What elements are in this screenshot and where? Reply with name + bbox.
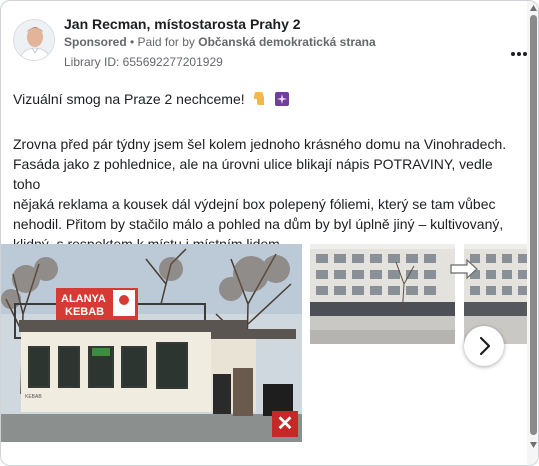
- body-line: nehodil. Přitom by stačilo málo a pohled…: [13, 216, 504, 232]
- scrollbar-thumb[interactable]: [530, 15, 537, 435]
- body-line: Fasáda jako z pohlednice, ale na úrovni …: [13, 156, 493, 192]
- post-header: Jan Recman, místostarosta Prahy 2 Sponso…: [13, 13, 527, 73]
- vertical-scrollbar[interactable]: [527, 1, 538, 465]
- sponsored-label: Sponsored: [64, 35, 127, 49]
- paid-for-label: Paid for by: [137, 35, 199, 49]
- kiosk-photo[interactable]: ALANYA KEBAB KEBAB ✕: [1, 244, 302, 442]
- post-intro: Vizuální smog na Praze 2 nechceme!: [13, 91, 290, 110]
- meta-separator: •: [126, 35, 138, 49]
- sponsor-line: Sponsored • Paid for by Občanská demokra…: [64, 35, 376, 49]
- avatar-portrait-icon: [14, 20, 54, 60]
- scroll-up-arrow-icon[interactable]: [529, 4, 538, 12]
- close-button[interactable]: ✕: [272, 411, 298, 437]
- post-body: Zrovna před pár týdny jsem šel kolem jed…: [13, 134, 523, 254]
- media-carousel[interactable]: ALANYA KEBAB KEBAB ✕: [1, 244, 528, 444]
- body-line: nějaká reklama a kousek dál výdejní box …: [13, 196, 496, 212]
- author-name[interactable]: Jan Recman, místostarosta Prahy 2: [64, 16, 301, 32]
- kiosk-sign-line1: ALANYA: [61, 293, 106, 305]
- ad-post-card: Jan Recman, místostarosta Prahy 2 Sponso…: [0, 0, 539, 466]
- carousel-next-button[interactable]: [464, 326, 504, 366]
- chevron-right-icon: [479, 336, 491, 356]
- avatar[interactable]: [13, 19, 55, 61]
- payer-name[interactable]: Občanská demokratická strana: [198, 35, 375, 49]
- kiosk-sign-line2: KEBAB: [65, 306, 104, 318]
- arrow-right-icon: [450, 258, 478, 280]
- library-id: Library ID: 655692277201929: [64, 55, 223, 69]
- scroll-down-arrow-icon[interactable]: [529, 441, 538, 449]
- purple-sparkle-icon: [274, 91, 290, 110]
- kiosk-small-label: KEBAB: [25, 394, 42, 400]
- intro-text: Vizuální smog na Praze 2 nechceme!: [13, 91, 245, 108]
- thumbs-down-icon: [252, 91, 268, 110]
- body-line: Zrovna před pár týdny jsem šel kolem jed…: [13, 136, 507, 152]
- street-photo[interactable]: [310, 244, 455, 344]
